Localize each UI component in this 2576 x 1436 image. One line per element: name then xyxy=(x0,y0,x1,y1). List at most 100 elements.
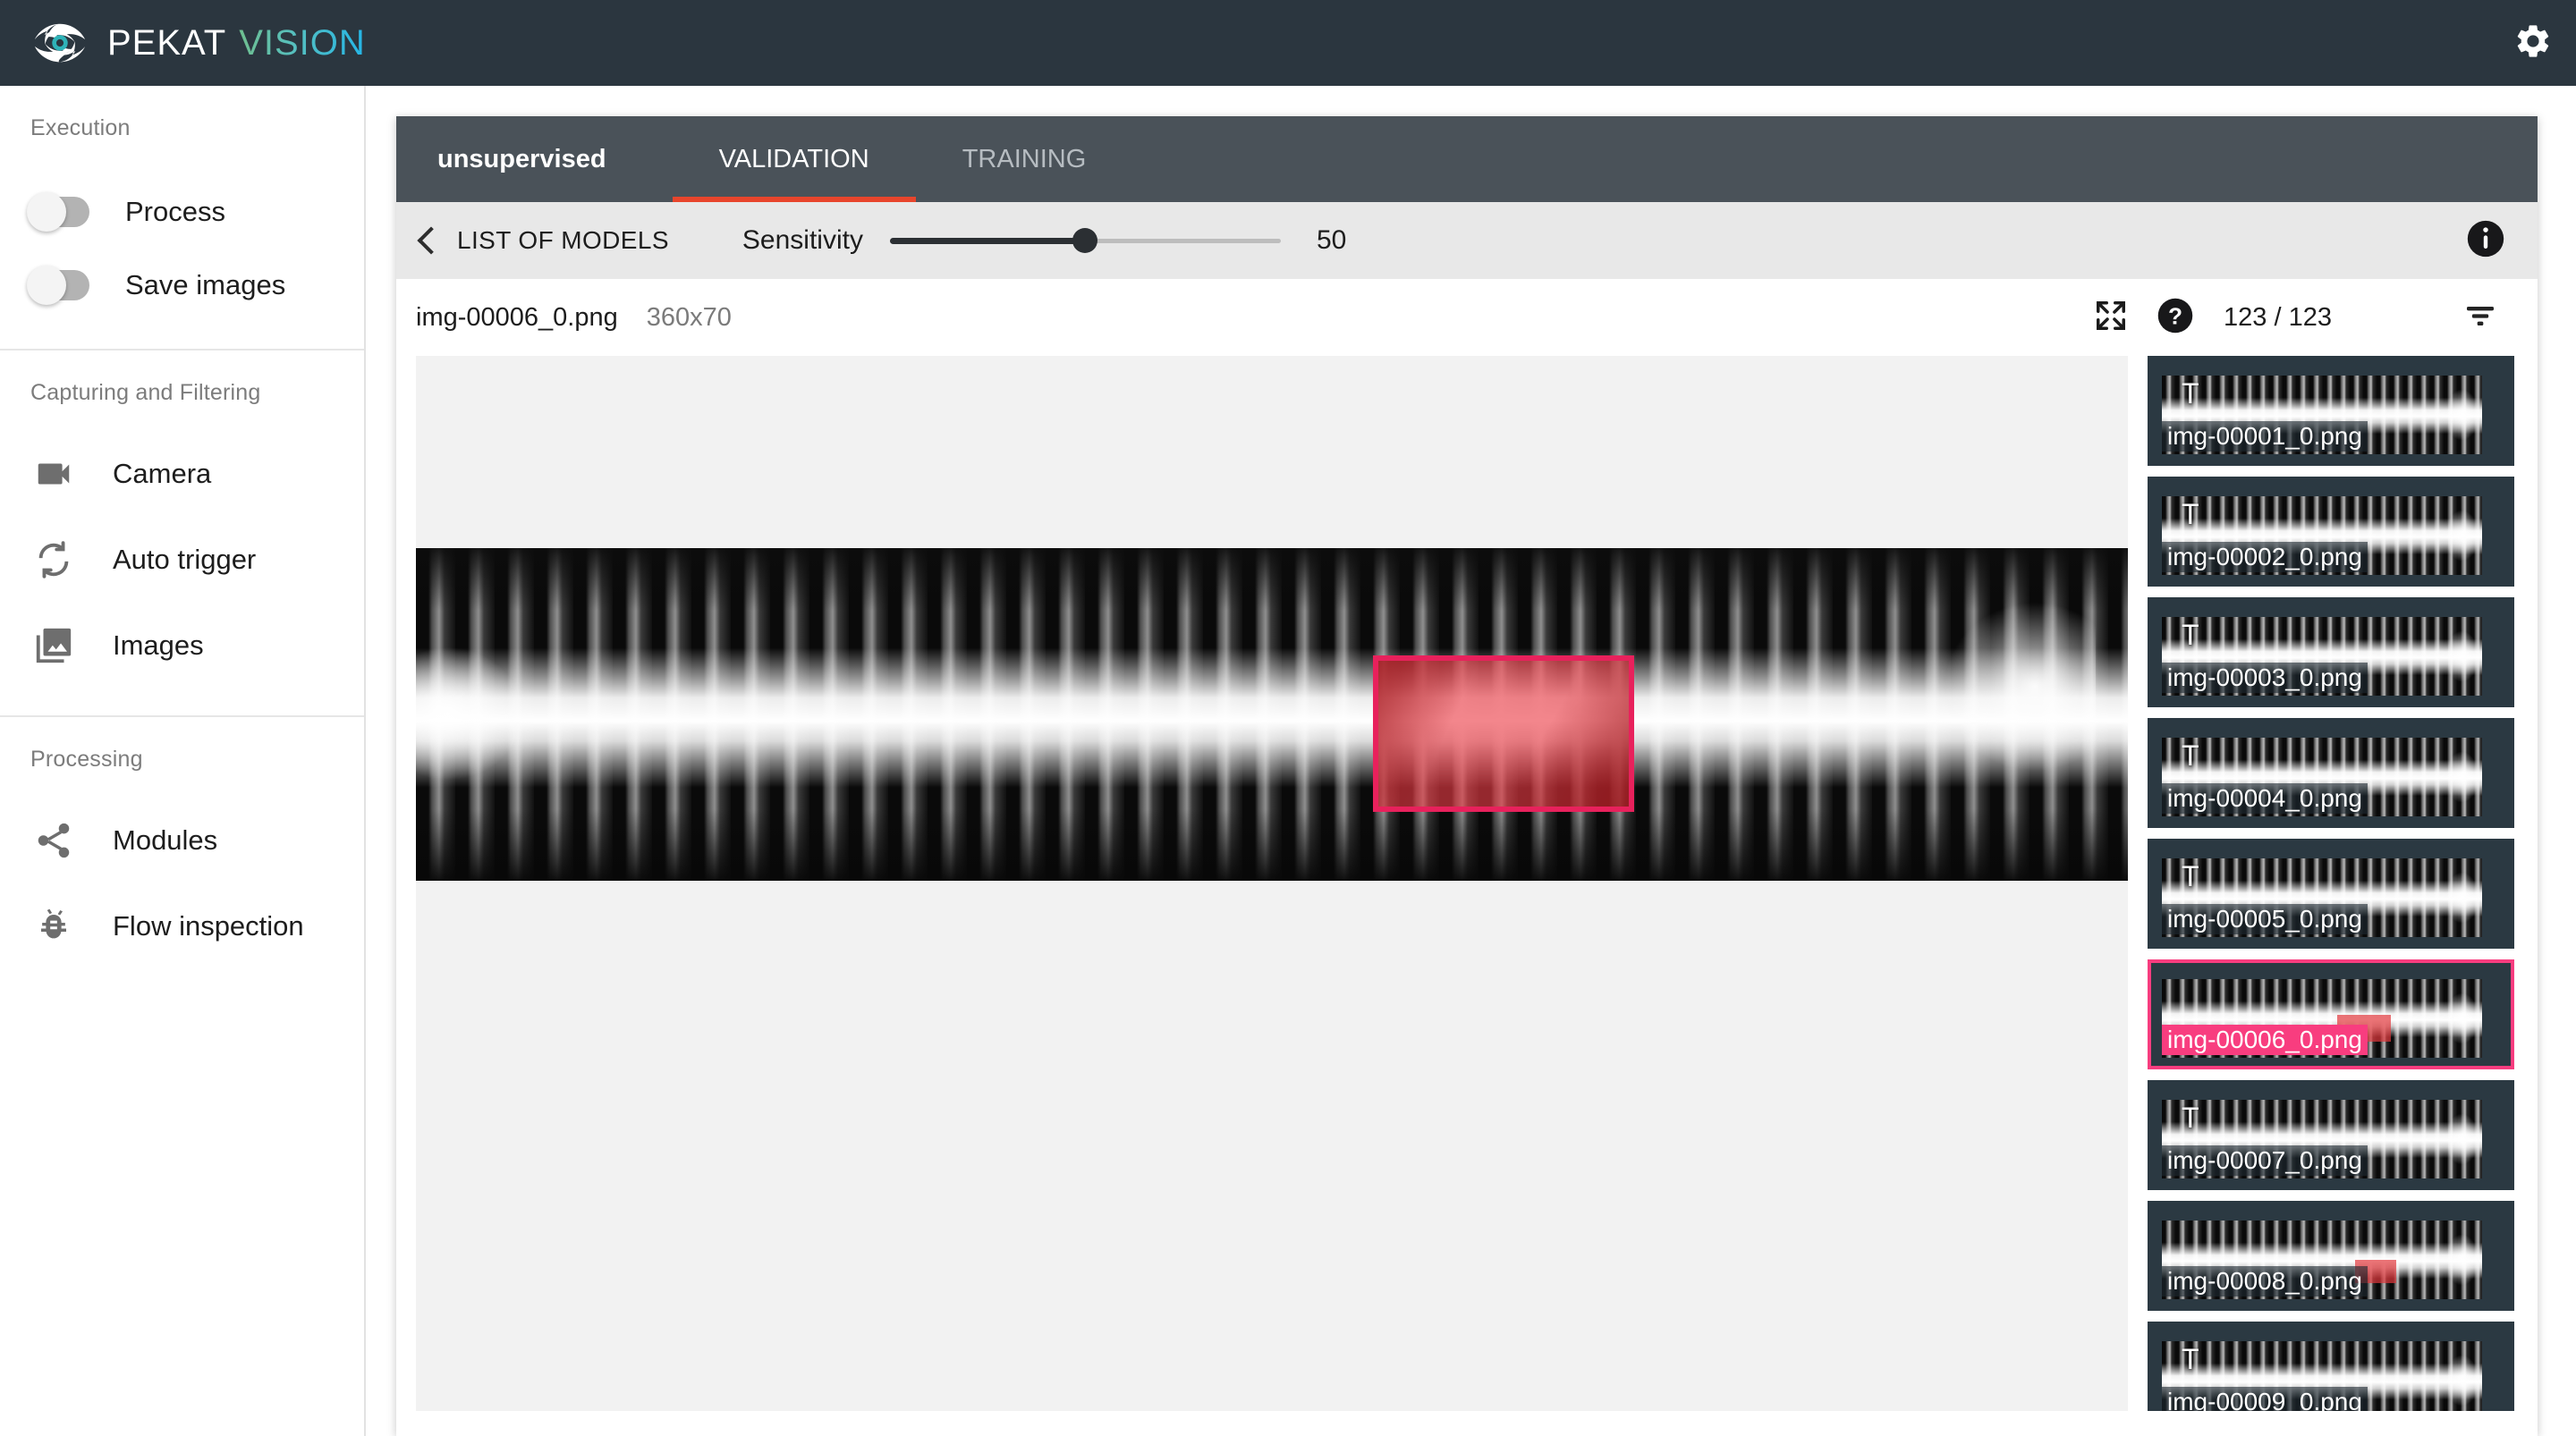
thumbnail-item[interactable]: T img-00001_0.png xyxy=(2148,356,2514,466)
sidebar-item-images[interactable]: Images xyxy=(0,603,364,688)
share-nodes-icon xyxy=(30,820,77,861)
sidebar-group-execution: Execution Process Save images xyxy=(0,86,364,351)
refresh-icon xyxy=(30,539,77,580)
sidebar: Execution Process Save images Capturing … xyxy=(0,86,366,1436)
save-images-switch[interactable] xyxy=(27,266,89,305)
image-right-highlight xyxy=(1944,602,2096,772)
thumbnail-item[interactable]: T img-00004_0.png xyxy=(2148,718,2514,828)
back-to-list-label: LIST OF MODELS xyxy=(457,226,669,254)
brand-wordmark: PEKAT VISION xyxy=(107,23,366,63)
sensitivity-slider[interactable] xyxy=(889,227,1281,254)
training-badge: T xyxy=(2182,739,2199,772)
defect-heatmap-overlay xyxy=(1378,661,1629,807)
image-toolbar: img-00006_0.png 360x70 ? 123 / 123 xyxy=(396,279,2538,356)
thumbnail-list[interactable]: T img-00001_0.png T img-00002_0.png T im… xyxy=(2148,356,2523,1411)
thumbnail-tip-highlight xyxy=(2448,993,2479,1043)
thumbnail-tip-highlight xyxy=(2448,1114,2479,1164)
fullscreen-icon xyxy=(2094,299,2128,337)
main-content: T img-00001_0.png T img-00002_0.png T im… xyxy=(396,356,2538,1429)
sidebar-group-title-execution: Execution xyxy=(30,115,131,140)
thumbnail-item[interactable]: T img-00003_0.png xyxy=(2148,597,2514,707)
filter-button[interactable] xyxy=(2448,289,2512,346)
thumbnail-label: img-00003_0.png xyxy=(2162,663,2368,693)
settings-button[interactable] xyxy=(2490,0,2576,86)
sub-toolbar: LIST OF MODELS Sensitivity 50 xyxy=(396,202,2538,279)
thumbnail-tip-highlight xyxy=(2448,390,2479,440)
image-left-highlight xyxy=(416,646,523,781)
thumbnail-tip-highlight xyxy=(2448,752,2479,802)
image-canvas[interactable] xyxy=(416,356,2128,1411)
image-toolbar-actions: ? 123 / 123 xyxy=(2079,289,2512,346)
tab-training[interactable]: TRAINING xyxy=(916,116,1133,202)
thumbnail-item[interactable]: T img-00009_0.png xyxy=(2148,1322,2514,1411)
training-badge: T xyxy=(2182,860,2199,892)
sidebar-item-flow-inspection[interactable]: Flow inspection xyxy=(0,883,364,969)
sidebar-item-label-auto-trigger: Auto trigger xyxy=(113,544,257,575)
thumbnail-item-selected[interactable]: img-00006_0.png xyxy=(2148,959,2514,1069)
images-icon xyxy=(30,625,77,666)
sensitivity-value: 50 xyxy=(1316,225,1347,255)
image-counter: 123 / 123 xyxy=(2224,302,2332,332)
main-panel: unsupervised VALIDATION TRAINING LIST OF… xyxy=(396,116,2538,1436)
camera-icon xyxy=(30,453,77,494)
training-badge: T xyxy=(2182,619,2199,651)
back-to-list-of-models-button[interactable]: LIST OF MODELS xyxy=(417,226,669,255)
sidebar-item-camera[interactable]: Camera xyxy=(0,431,364,517)
tab-validation[interactable]: VALIDATION xyxy=(672,116,916,202)
chevron-left-icon xyxy=(417,226,445,255)
save-images-label: Save images xyxy=(125,269,286,300)
info-button[interactable] xyxy=(2466,219,2505,263)
current-image-name: img-00006_0.png xyxy=(416,302,618,332)
sidebar-item-modules[interactable]: Modules xyxy=(0,798,364,883)
thumbnail-item[interactable]: T img-00002_0.png xyxy=(2148,477,2514,587)
brand-logo-group: PEKAT VISION xyxy=(0,15,366,71)
inspected-image xyxy=(416,548,2128,881)
model-name-tab[interactable]: unsupervised xyxy=(396,116,673,202)
slider-thumb[interactable] xyxy=(1072,228,1098,253)
sidebar-item-label-camera: Camera xyxy=(113,458,212,489)
thumbnail-label: img-00008_0.png xyxy=(2162,1266,2368,1297)
bug-icon xyxy=(30,906,77,947)
image-top-shading xyxy=(416,548,2128,611)
sidebar-group-title-processing: Processing xyxy=(30,747,143,772)
sidebar-group-title-capturing: Capturing and Filtering xyxy=(30,380,261,405)
switch-knob xyxy=(27,266,66,305)
thumbnail-tip-highlight xyxy=(2448,1235,2479,1285)
sidebar-toggle-save-images[interactable]: Save images xyxy=(0,249,364,322)
thumbnail-label: img-00006_0.png xyxy=(2162,1025,2368,1055)
training-badge: T xyxy=(2182,1343,2199,1375)
thumbnail-item[interactable]: T img-00007_0.png xyxy=(2148,1080,2514,1190)
thumbnail-label: img-00004_0.png xyxy=(2162,783,2368,814)
gear-icon xyxy=(2513,21,2553,65)
tab-bar: unsupervised VALIDATION TRAINING xyxy=(396,116,2538,202)
training-badge: T xyxy=(2182,498,2199,530)
help-icon: ? xyxy=(2157,297,2194,339)
sidebar-item-label-images: Images xyxy=(113,629,204,661)
brand-name-secondary: VISION xyxy=(239,22,366,63)
current-image-dimensions: 360x70 xyxy=(646,302,732,332)
sidebar-item-label-flow-inspection: Flow inspection xyxy=(113,910,304,942)
thumbnail-label: img-00009_0.png xyxy=(2162,1387,2368,1411)
sidebar-item-auto-trigger[interactable]: Auto trigger xyxy=(0,517,364,603)
sidebar-item-label-modules: Modules xyxy=(113,824,218,856)
brand-name-primary: PEKAT xyxy=(107,22,227,63)
thumbnail-tip-highlight xyxy=(2448,631,2479,681)
app-header: PEKAT VISION xyxy=(0,0,2576,86)
thumbnail-label: img-00005_0.png xyxy=(2162,904,2368,934)
slider-fill xyxy=(889,237,1086,244)
pekat-eye-logo-icon xyxy=(32,15,88,71)
thumbnail-item[interactable]: img-00008_0.png xyxy=(2148,1201,2514,1311)
training-badge: T xyxy=(2182,1102,2199,1134)
help-button[interactable]: ? xyxy=(2143,289,2207,346)
training-badge: T xyxy=(2182,377,2199,410)
sidebar-toggle-process[interactable]: Process xyxy=(0,175,364,249)
process-label: Process xyxy=(125,196,225,227)
image-bottom-shading xyxy=(416,809,2128,881)
thumbnail-tip-highlight xyxy=(2448,873,2479,923)
thumbnail-label: img-00001_0.png xyxy=(2162,421,2368,452)
defect-bounding-box[interactable] xyxy=(1373,655,1634,812)
filter-icon xyxy=(2462,298,2498,338)
fullscreen-button[interactable] xyxy=(2079,289,2143,346)
process-switch[interactable] xyxy=(27,192,89,232)
thumbnail-item[interactable]: T img-00005_0.png xyxy=(2148,839,2514,949)
